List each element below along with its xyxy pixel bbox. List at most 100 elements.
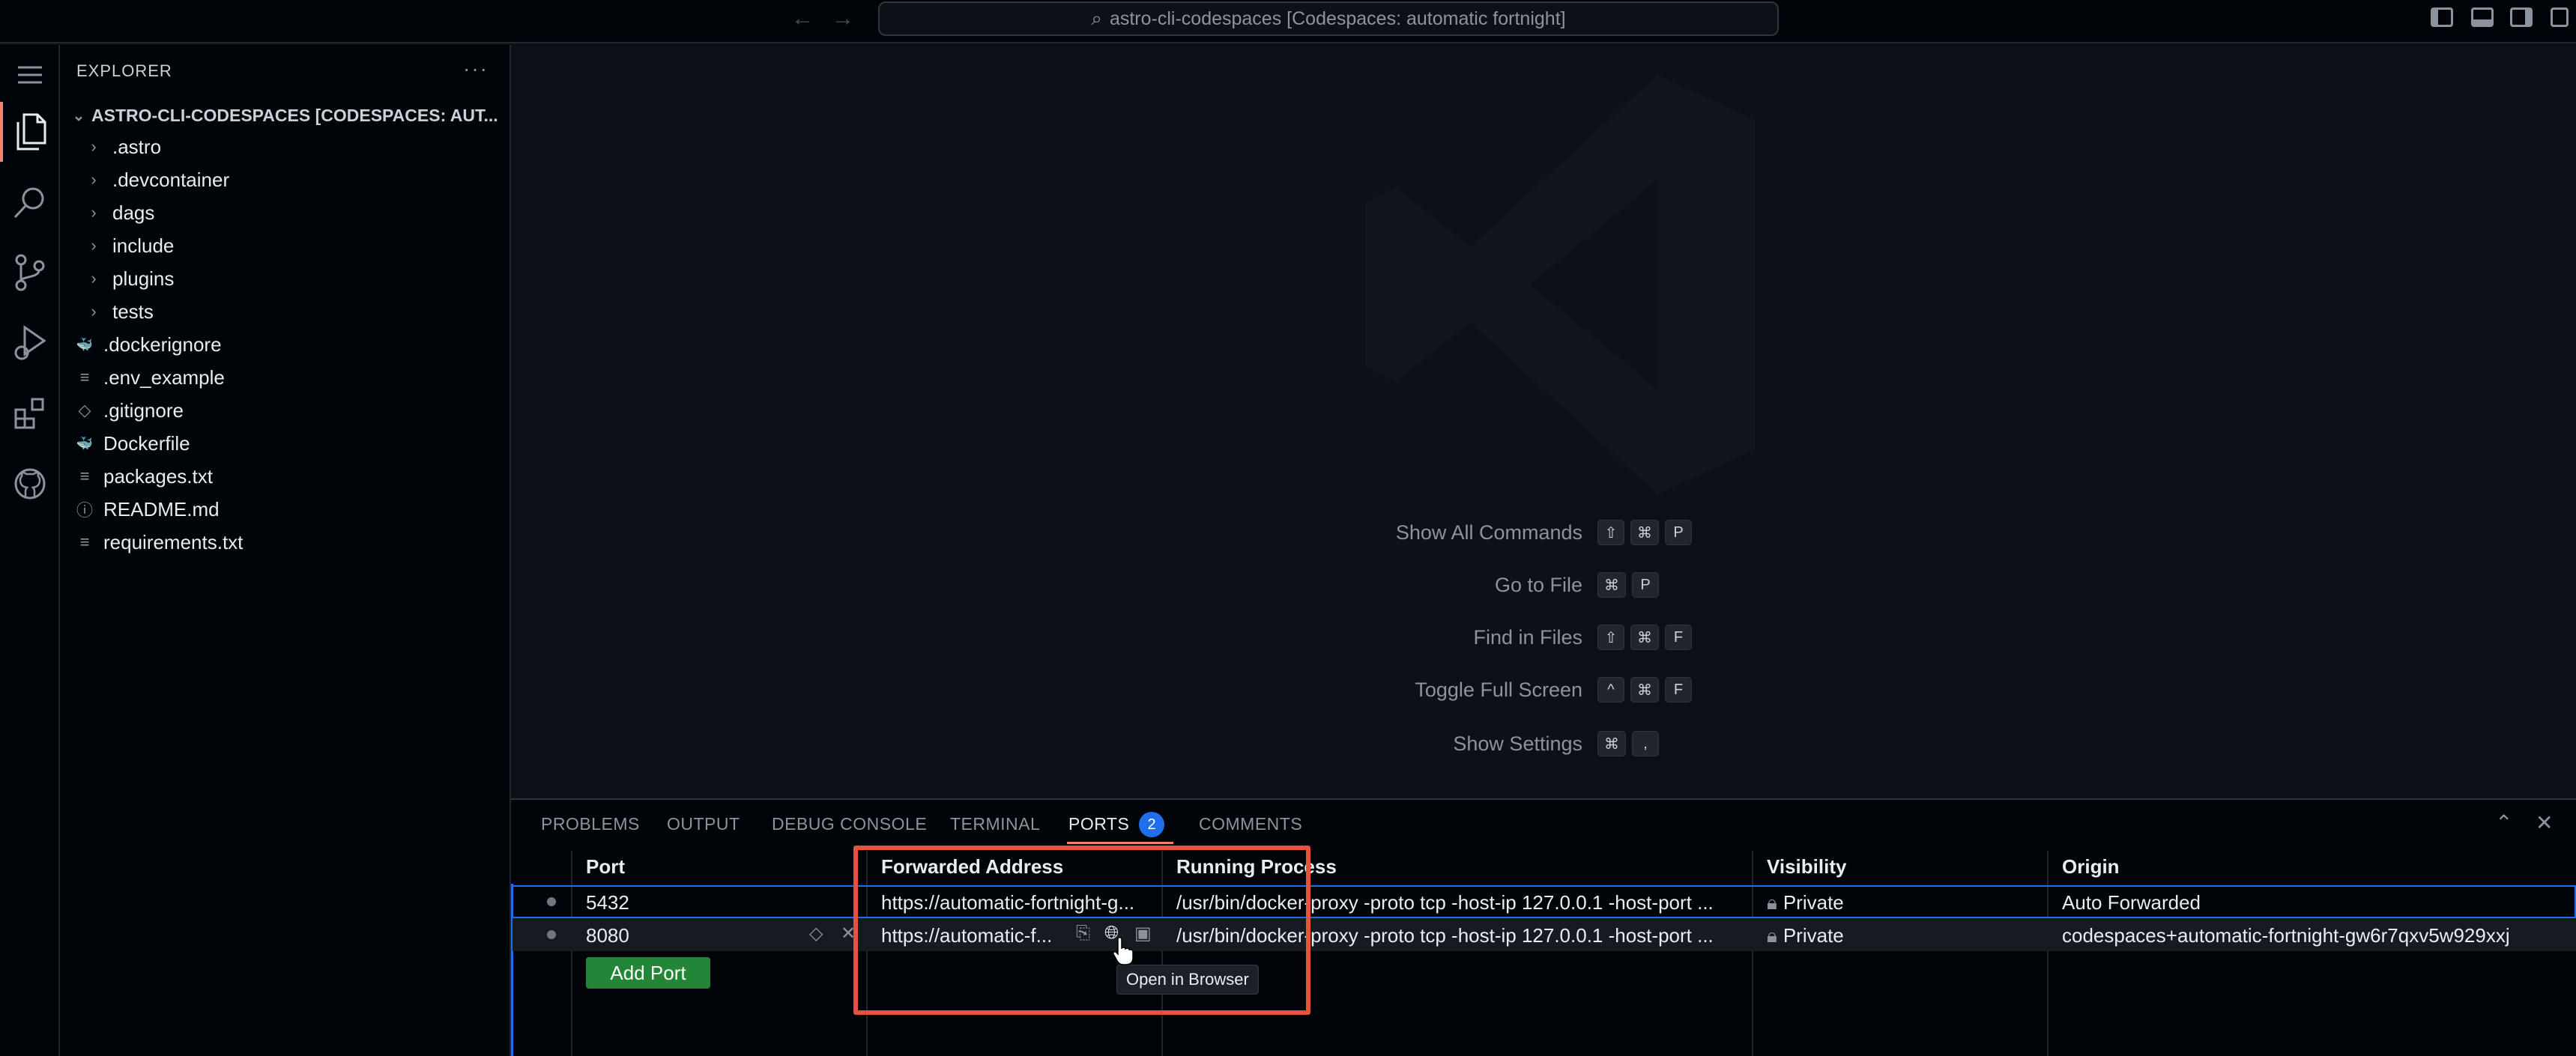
- toggle-secondary-sidebar-icon[interactable]: [2510, 7, 2533, 27]
- key: F: [1665, 677, 1692, 703]
- chevron-right-icon: ›: [91, 203, 97, 222]
- shortcut-keys: ⌘ ,: [1597, 731, 1659, 756]
- tree-item-include[interactable]: › include: [75, 229, 511, 262]
- visibility-value[interactable]: 🔒︎ Private: [1767, 924, 1844, 948]
- search-icon[interactable]: [0, 172, 60, 232]
- back-arrow-icon[interactable]: ←: [791, 6, 814, 31]
- port-status-icon: [547, 897, 556, 906]
- visibility-label: Private: [1783, 891, 1844, 914]
- port-status-icon: [547, 930, 556, 939]
- tree-item-readme[interactable]: ⓘ README.md: [66, 493, 502, 526]
- column-divider[interactable]: [571, 851, 572, 1056]
- workspace-root-folder[interactable]: ⌄ ASTRO-CLI-CODESPACES [CODESPACES: AUT.…: [66, 100, 511, 130]
- visibility-value[interactable]: 🔒︎ Private: [1767, 891, 1844, 915]
- tab-output[interactable]: OUTPUT: [667, 814, 740, 834]
- hamburger-menu-icon[interactable]: [0, 45, 60, 105]
- docker-icon: 🐳: [76, 435, 94, 451]
- visibility-label: Private: [1783, 924, 1844, 947]
- file-lines-icon: ≡: [79, 467, 90, 485]
- tab-problems[interactable]: PROBLEMS: [541, 814, 640, 834]
- key: ⇧: [1597, 520, 1624, 545]
- highlight-annotation: [853, 846, 1310, 1015]
- more-actions-icon[interactable]: ···: [463, 57, 489, 81]
- chevron-right-icon: ›: [91, 302, 97, 321]
- tree-item-requirements[interactable]: ≡ requirements.txt: [66, 526, 502, 559]
- column-header-port[interactable]: Port: [586, 855, 625, 879]
- edit-label-icon[interactable]: ◇: [809, 923, 823, 944]
- tree-item-dockerignore[interactable]: 🐳 .dockerignore: [66, 328, 502, 361]
- file-lines-icon: ≡: [79, 532, 90, 551]
- origin-value: Auto Forwarded: [2062, 891, 2201, 914]
- customize-layout-icon[interactable]: [2551, 7, 2569, 27]
- vscode-logo-watermark-icon: [1365, 75, 1755, 494]
- column-divider[interactable]: [2047, 851, 2049, 1056]
- port-value[interactable]: 5432: [586, 891, 629, 914]
- key: ⌘: [1630, 677, 1659, 703]
- github-icon[interactable]: [0, 454, 60, 514]
- forward-arrow-icon[interactable]: →: [832, 6, 854, 31]
- explorer-files-icon[interactable]: [0, 102, 60, 162]
- docker-icon: 🐳: [76, 336, 94, 352]
- shortcut-keys: ⌘ P: [1597, 572, 1659, 598]
- tree-item-label: tests: [112, 300, 154, 323]
- tree-item-astro[interactable]: › .astro: [75, 130, 511, 163]
- title-bar: ← → ⌕ astro-cli-codespaces [Codespaces: …: [0, 0, 2576, 43]
- tab-comments[interactable]: COMMENTS: [1199, 814, 1302, 834]
- tree-item-gitignore[interactable]: ◇ .gitignore: [66, 394, 502, 427]
- shortcut-show-settings: Show Settings: [1453, 732, 1582, 755]
- origin-value: codespaces+automatic-fortnight-gw6r7qxv5…: [2062, 924, 2510, 947]
- shortcut-show-all-commands: Show All Commands: [1395, 521, 1582, 544]
- tab-ports[interactable]: PORTS: [1068, 814, 1129, 834]
- shortcut-keys: ⇧ ⌘ F: [1597, 625, 1692, 650]
- sidebar-title: EXPLORER: [76, 61, 172, 80]
- toggle-primary-sidebar-icon[interactable]: [2431, 7, 2453, 27]
- tree-item-tests[interactable]: › tests: [75, 295, 511, 328]
- tree-item-label: .env_example: [103, 365, 225, 389]
- tree-item-label: Dockerfile: [103, 431, 190, 455]
- key: P: [1632, 572, 1659, 598]
- tree-item-label: packages.txt: [103, 464, 213, 488]
- shortcut-keys: ^ ⌘ F: [1597, 677, 1692, 703]
- tree-item-env-example[interactable]: ≡ .env_example: [66, 361, 502, 394]
- toggle-panel-icon[interactable]: [2471, 7, 2494, 27]
- tab-terminal[interactable]: TERMINAL: [950, 814, 1040, 834]
- key: ⌘: [1597, 572, 1626, 598]
- source-control-icon[interactable]: [0, 243, 60, 303]
- extensions-icon[interactable]: [0, 383, 60, 443]
- chevron-right-icon: ›: [91, 137, 97, 156]
- command-center[interactable]: ⌕ astro-cli-codespaces [Codespaces: auto…: [878, 1, 1779, 36]
- column-header-origin[interactable]: Origin: [2062, 855, 2120, 879]
- run-debug-icon[interactable]: [0, 313, 60, 373]
- lock-icon: 🔒︎: [1767, 891, 1777, 914]
- key: ⇧: [1597, 625, 1624, 650]
- port-value[interactable]: 8080: [586, 924, 629, 947]
- tree-item-dockerfile[interactable]: 🐳 Dockerfile: [66, 427, 502, 460]
- git-icon: ◇: [78, 401, 91, 419]
- tree-item-packages[interactable]: ≡ packages.txt: [66, 460, 502, 493]
- key: ^: [1597, 677, 1624, 703]
- chevron-right-icon: ›: [91, 269, 97, 288]
- tree-item-dags[interactable]: › dags: [75, 196, 511, 229]
- column-divider[interactable]: [1752, 851, 1753, 1056]
- maximize-panel-icon[interactable]: ⌃: [2495, 810, 2512, 835]
- tree-item-devcontainer[interactable]: › .devcontainer: [75, 163, 511, 196]
- tree-item-label: include: [112, 234, 175, 257]
- tree-item-plugins[interactable]: › plugins: [75, 262, 511, 295]
- workspace-root-label: ASTRO-CLI-CODESPACES [CODESPACES: AUT...: [91, 105, 498, 125]
- tab-debug-console[interactable]: DEBUG CONSOLE: [772, 814, 927, 834]
- add-port-button[interactable]: Add Port: [586, 957, 710, 989]
- tree-item-label: dags: [112, 201, 155, 224]
- tree-item-label: requirements.txt: [103, 530, 244, 553]
- key: ⌘: [1630, 625, 1659, 650]
- shortcut-toggle-full-screen: Toggle Full Screen: [1415, 679, 1582, 701]
- chevron-right-icon: ›: [91, 236, 97, 255]
- key: ⌘: [1597, 731, 1626, 756]
- tree-item-label: .devcontainer: [112, 168, 230, 191]
- close-panel-icon[interactable]: ✕: [2536, 810, 2553, 835]
- active-tab-indicator: [1067, 842, 1173, 844]
- column-header-visibility[interactable]: Visibility: [1767, 855, 1846, 879]
- command-center-label: astro-cli-codespaces [Codespaces: automa…: [1109, 7, 1566, 29]
- info-icon: ⓘ: [76, 501, 93, 520]
- ports-count-badge: 2: [1139, 812, 1164, 837]
- key: P: [1665, 520, 1692, 545]
